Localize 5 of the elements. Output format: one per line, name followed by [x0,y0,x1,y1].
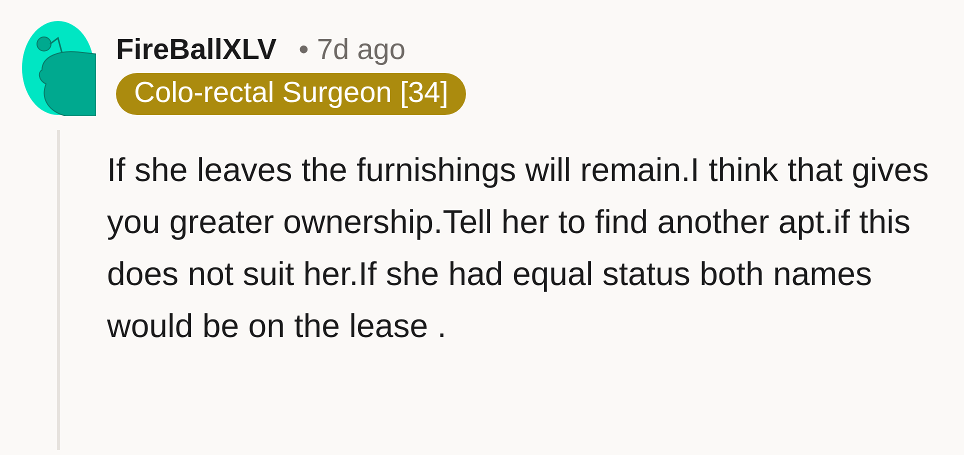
username[interactable]: FireBallXLV [116,34,277,67]
comment-text: If she leaves the furnishings will remain.I think that gives you greater ownership.Tell her to find another apt.if this does not suit her.If she had equal status both names would be on the lease . [107,150,930,346]
avatar-icon[interactable] [20,20,96,116]
timestamp: • 7d ago [298,34,406,67]
user-flair: Colo-rectal Surgeon [34] [116,73,466,115]
